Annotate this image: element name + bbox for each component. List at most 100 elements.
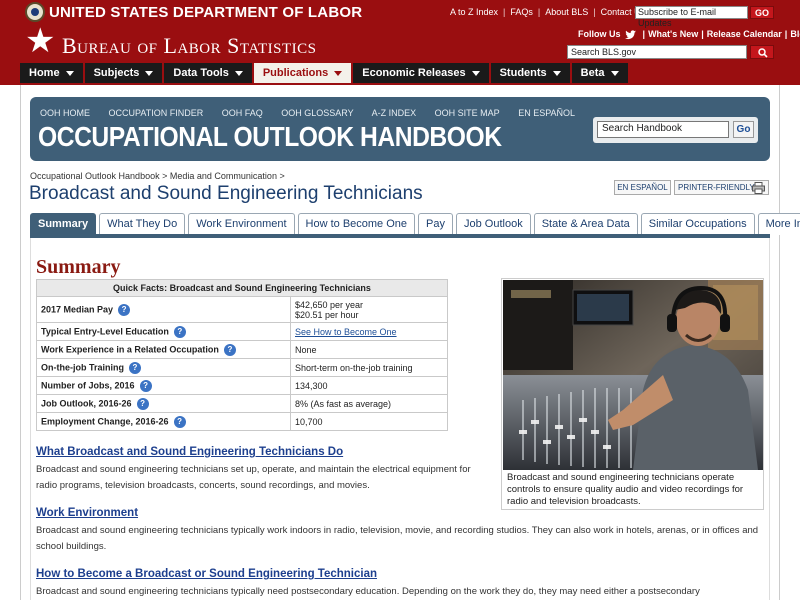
tab-pay[interactable]: Pay [418,213,453,235]
breadcrumb: Occupational Outlook Handbook > Media an… [30,171,285,181]
nav-beta[interactable]: Beta [571,63,628,83]
tab-how-to-become-one[interactable]: How to Become One [297,213,416,235]
fact-value: 8% (As fast as average) [290,394,448,413]
occupation-tabs: Summary What They Do Work Environment Ho… [30,213,800,235]
nav-students[interactable]: Students [490,63,570,83]
fact-label: Employment Change, 2016-26 [41,415,169,426]
quick-facts-table: Quick Facts: Broadcast and Sound Enginee… [36,279,448,431]
main-nav: Home Subjects Data Tools Publications Ec… [20,63,630,83]
dol-seal-icon[interactable] [25,2,45,22]
section-link-work-environment[interactable]: Work Environment [36,507,138,519]
ooh-link-site-map[interactable]: OOH SITE MAP [435,108,500,118]
breadcrumb-ooh[interactable]: Occupational Outlook Handbook [30,171,160,181]
ooh-link-occupation-finder[interactable]: OCCUPATION FINDER [109,108,204,118]
fact-label: Work Experience in a Related Occupation [41,343,219,354]
table-row: Number of Jobs, 2016? 134,300 [36,376,448,395]
release-calendar-link[interactable]: Release Calendar [707,29,782,39]
chevron-down-icon [65,70,74,76]
tab-state-area-data[interactable]: State & Area Data [533,213,638,235]
section-link-what-they-do[interactable]: What Broadcast and Sound Engineering Tec… [36,446,343,458]
table-row: On-the-job Training? Short-term on-the-j… [36,358,448,377]
top-link-a-to-z[interactable]: A to Z Index [450,7,498,17]
bls-title[interactable]: Bureau of Labor Statistics [62,33,317,59]
ooh-link-en-espanol[interactable]: EN ESPAÑOL [518,108,575,118]
photo-figure: Broadcast and sound engineering technici… [501,278,764,510]
fact-value: Short-term on-the-job training [290,358,448,377]
fact-value: 134,300 [290,376,448,395]
search-bls-input[interactable]: Search BLS.gov [567,45,747,59]
see-how-to-become-one-link[interactable]: See How to Become One [295,327,397,337]
tab-what-they-do[interactable]: What They Do [99,213,186,235]
summary-heading: Summary [36,256,121,278]
fact-label: Typical Entry-Level Education [41,325,169,336]
top-link-about-bls[interactable]: About BLS [545,7,588,17]
table-row: Job Outlook, 2016-26? 8% (As fast as ave… [36,394,448,413]
search-bls-button[interactable] [750,45,774,59]
help-icon[interactable]: ? [118,303,131,316]
section-text-how-to-become: Broadcast and sound engineering technici… [36,586,700,597]
nav-home[interactable]: Home [20,63,83,83]
fact-label: 2017 Median Pay [41,303,114,314]
tab-job-outlook[interactable]: Job Outlook [456,213,531,235]
fact-value: 10,700 [290,412,448,431]
nav-data-tools[interactable]: Data Tools [164,63,252,83]
fact-label: Number of Jobs, 2016 [41,379,135,390]
tab-similar-occupations[interactable]: Similar Occupations [640,213,755,235]
help-icon[interactable]: ? [139,379,152,392]
subscribe-email-input[interactable]: Subscribe to E-mail Updates [635,6,748,28]
en-espanol-button[interactable]: EN ESPAÑOL [614,180,671,195]
photo-caption: Broadcast and sound engineering technici… [507,472,744,507]
nav-subjects[interactable]: Subjects [84,63,163,83]
ooh-link-faq[interactable]: OOH FAQ [222,108,263,118]
bls-star-icon: ★ [25,22,56,60]
blog-link[interactable]: Blog [790,29,800,39]
ooh-link-a-z-index[interactable]: A-Z INDEX [372,108,417,118]
follow-us-link[interactable]: Follow Us [578,29,621,39]
help-icon[interactable]: ? [129,361,141,374]
subscribe-go-button[interactable]: GO [750,6,774,19]
whats-new-link[interactable]: What's New [648,29,698,39]
table-row: Employment Change, 2016-26? 10,700 [36,412,448,431]
section-text-what-they-do: Broadcast and sound engineering technici… [36,464,471,491]
ooh-links: OOH HOME OCCUPATION FINDER OOH FAQ OOH G… [40,108,591,118]
tab-work-environment[interactable]: Work Environment [188,213,295,235]
quick-facts-title: Quick Facts: Broadcast and Sound Enginee… [36,279,448,297]
search-handbook-input[interactable]: Search Handbook [597,121,729,138]
fact-value: $42,650 per year [295,299,364,310]
help-icon[interactable]: ? [223,343,236,356]
help-icon[interactable]: ? [173,415,186,428]
top-link-faqs[interactable]: FAQs [510,7,533,17]
nav-economic-releases[interactable]: Economic Releases [353,63,489,83]
breadcrumb-media-communication[interactable]: Media and Communication [170,171,277,181]
table-row: Work Experience in a Related Occupation?… [36,340,448,359]
tab-more-info[interactable]: More Info [757,213,800,235]
page-title: Broadcast and Sound Engineering Technici… [29,183,423,204]
chevron-down-icon [234,70,243,76]
fact-value: $20.51 per hour [295,309,359,320]
dol-title[interactable]: UNITED STATES DEPARTMENT OF LABOR [49,4,362,21]
printer-friendly-button[interactable]: PRINTER-FRIENDLY [674,180,769,195]
chevron-down-icon [610,70,619,76]
fact-label: On-the-job Training [41,361,124,372]
search-icon [758,48,768,58]
ooh-title[interactable]: OCCUPATIONAL OUTLOOK HANDBOOK [38,121,502,153]
top-links: A to Z Index | FAQs | About BLS | Contact Us [450,7,646,17]
ooh-link-home[interactable]: OOH HOME [40,108,90,118]
chevron-down-icon [145,70,154,76]
twitter-bird-icon[interactable] [625,30,637,40]
search-handbook-go-button[interactable]: Go [733,121,754,138]
table-row: 2017 Median Pay? $42,650 per year $20.51 … [36,296,448,323]
chevron-down-icon [471,70,480,76]
ooh-link-glossary[interactable]: OOH GLOSSARY [281,108,353,118]
utility-links: Follow Us | What's New | Release Calendar | B… [578,29,800,40]
help-icon[interactable]: ? [136,397,149,410]
fact-label: Job Outlook, 2016-26 [41,397,132,408]
tab-summary[interactable]: Summary [30,213,97,235]
section-text-work-environment: Broadcast and sound engineering technici… [36,525,759,552]
chevron-down-icon [552,70,561,76]
nav-publications[interactable]: Publications [253,63,352,83]
section-link-how-to-become[interactable]: How to Become a Broadcast or Sound Engin… [36,568,377,580]
ooh-banner: OOH HOME OCCUPATION FINDER OOH FAQ OOH G… [30,97,770,161]
help-icon[interactable]: ? [173,325,186,338]
printer-icon [752,182,765,194]
